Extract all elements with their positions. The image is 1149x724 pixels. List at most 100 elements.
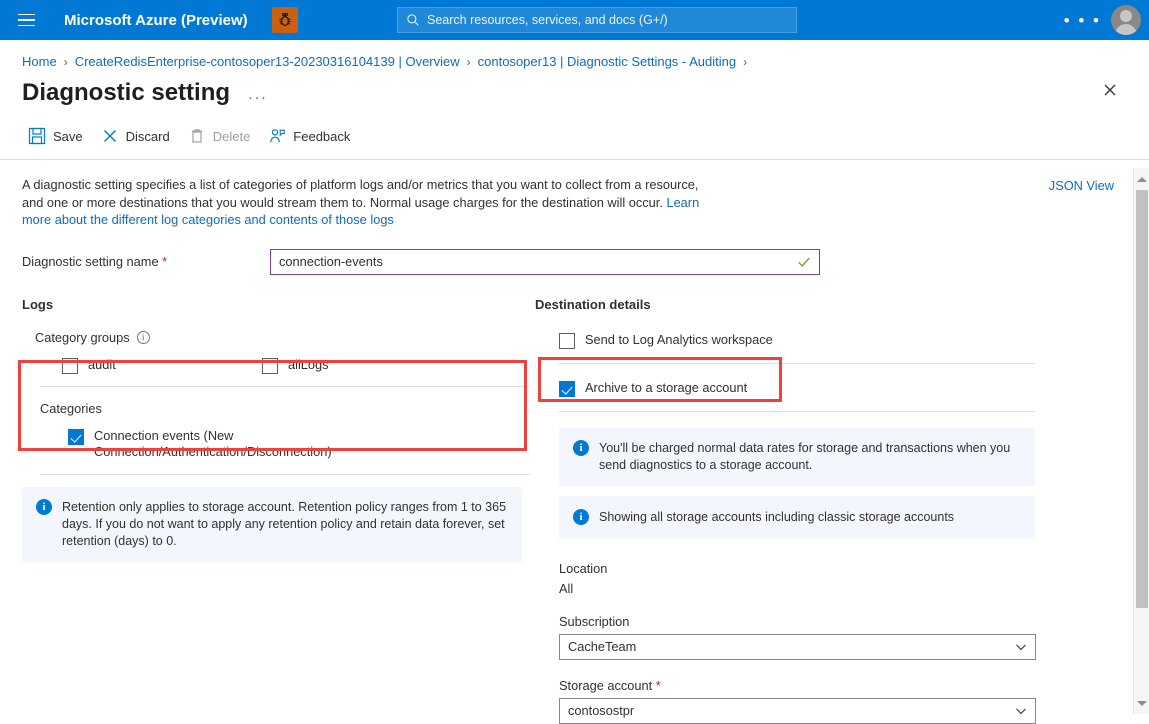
alllogs-label: allLogs [288,357,329,373]
checkbox-alllogs[interactable]: allLogs [262,357,462,374]
destination-divider-2 [559,411,1035,412]
destination-divider-1 [559,363,1035,364]
search-icon [406,13,420,27]
audit-label: audit [88,357,116,373]
location-field: Location All [559,561,1035,596]
classic-accounts-info-text: Showing all storage accounts including c… [599,509,954,526]
discard-label: Discard [126,129,170,144]
logs-section-title: Logs [22,297,535,312]
storage-account-dropdown[interactable]: contosostpr [559,698,1036,724]
storage-account-value: contosostpr [568,703,1015,718]
feedback-button[interactable]: Feedback [264,123,360,149]
scroll-up-arrow-icon[interactable] [1134,170,1149,188]
destination-column: Destination details Send to Log Analytic… [535,297,1035,724]
scroll-down-arrow-icon[interactable] [1134,694,1149,712]
green-check-icon [797,255,811,269]
save-label: Save [53,129,83,144]
breadcrumb-separator: › [743,55,747,69]
discard-button[interactable]: Discard [97,123,180,149]
json-view-link[interactable]: JSON View [1049,178,1114,193]
retention-info-text: Retention only applies to storage accoun… [62,499,508,550]
storage-account-label: Storage account * [559,678,1035,693]
breadcrumb-separator: › [467,55,471,69]
global-search-box[interactable]: Search resources, services, and docs (G+… [397,7,797,33]
alllogs-checkbox-box[interactable] [262,358,278,374]
global-header: Microsoft Azure (Preview) Search resourc… [0,0,1149,40]
required-marker: * [656,678,661,693]
required-marker: * [162,254,167,269]
category-groups-text: Category groups [35,330,130,345]
azure-brand-label[interactable]: Microsoft Azure (Preview) [64,12,248,29]
main-content: A diagnostic setting specifies a list of… [0,160,1149,724]
hamburger-icon[interactable] [6,0,46,40]
command-bar: Save Discard Delete Feedback [0,107,1149,149]
subscription-value: CacheTeam [568,639,1015,654]
search-input[interactable]: Search resources, services, and docs (G+… [427,13,668,27]
categories-divider-top [40,386,530,387]
connection-events-checkbox-box[interactable] [68,429,84,445]
page-more-icon[interactable]: ··· [248,89,268,106]
categories-divider-bottom [40,474,530,475]
classic-accounts-info-banner: i Showing all storage accounts including… [559,496,1035,539]
save-icon [28,127,46,145]
feedback-icon [268,127,286,145]
diagnostic-setting-name-label: Diagnostic setting name * [22,254,270,269]
delete-label: Delete [213,129,251,144]
intro-text: A diagnostic setting specifies a list of… [22,176,722,229]
scrollbar-thumb[interactable] [1136,190,1148,608]
diagnostic-setting-name-row: Diagnostic setting name * connection-eve… [22,249,1149,275]
checkbox-connection-events[interactable]: Connection events (New Connection/Authen… [68,428,368,460]
vertical-scrollbar[interactable] [1133,168,1149,714]
categories-box: Categories Connection events (New Connec… [22,386,535,475]
log-analytics-checkbox-box[interactable] [559,333,575,349]
trash-icon [188,127,206,145]
info-icon[interactable]: i [137,331,150,344]
archive-storage-label: Archive to a storage account [585,380,747,396]
diagnostic-setting-name-input[interactable]: connection-events [270,249,820,275]
storage-account-field: Storage account * contosostpr [559,678,1035,724]
breadcrumb-item-deployment[interactable]: CreateRedisEnterprise-contosoper13-20230… [75,54,460,69]
connection-events-label: Connection events (New Connection/Authen… [94,428,368,460]
logs-column: Logs Category groups i audit allLogs Cat… [22,297,535,724]
destination-section-title: Destination details [535,297,1035,312]
checkbox-audit[interactable]: audit [62,357,262,374]
categories-title: Categories [40,401,535,416]
feedback-label: Feedback [293,129,350,144]
breadcrumb-item-diagnostic-settings[interactable]: contosoper13 | Diagnostic Settings - Aud… [478,54,736,69]
checkbox-archive-to-storage[interactable]: Archive to a storage account [559,380,1035,397]
intro-text-body: A diagnostic setting specifies a list of… [22,177,698,210]
storage-account-label-text: Storage account [559,678,652,693]
storage-rates-info-text: You'll be charged normal data rates for … [599,440,1021,474]
diagnostic-setting-name-value: connection-events [279,254,797,269]
header-actions: • • • [1064,0,1141,40]
category-groups-label: Category groups i [35,330,535,345]
log-analytics-label: Send to Log Analytics workspace [585,332,773,348]
storage-rates-info-banner: i You'll be charged normal data rates fo… [559,428,1035,486]
breadcrumb-item-home[interactable]: Home [22,54,57,69]
info-icon: i [573,440,589,456]
audit-checkbox-box[interactable] [62,358,78,374]
chevron-down-icon [1015,641,1027,653]
page-header: Diagnostic setting ··· [0,69,1149,107]
subscription-field: Subscription CacheTeam [559,614,1035,660]
breadcrumb-separator: › [64,55,68,69]
checkbox-send-to-log-analytics[interactable]: Send to Log Analytics workspace [559,332,1035,349]
retention-info-banner: i Retention only applies to storage acco… [22,487,522,562]
subscription-label: Subscription [559,614,1035,629]
subscription-dropdown[interactable]: CacheTeam [559,634,1036,660]
settings-columns: Logs Category groups i audit allLogs Cat… [0,297,1149,724]
info-icon: i [36,499,52,515]
location-value: All [559,581,1035,596]
avatar[interactable] [1111,5,1141,35]
location-label: Location [559,561,1035,576]
category-groups-row: audit allLogs [62,357,535,374]
archive-storage-checkbox-box[interactable] [559,381,575,397]
header-more-icon[interactable]: • • • [1064,12,1101,29]
page-title: Diagnostic setting [22,79,230,107]
info-icon: i [573,509,589,525]
bug-icon[interactable] [272,7,298,33]
name-label-text: Diagnostic setting name [22,254,159,269]
close-icon[interactable] [1097,77,1123,103]
save-button[interactable]: Save [24,123,93,149]
breadcrumb: Home › CreateRedisEnterprise-contosoper1… [0,40,1149,69]
